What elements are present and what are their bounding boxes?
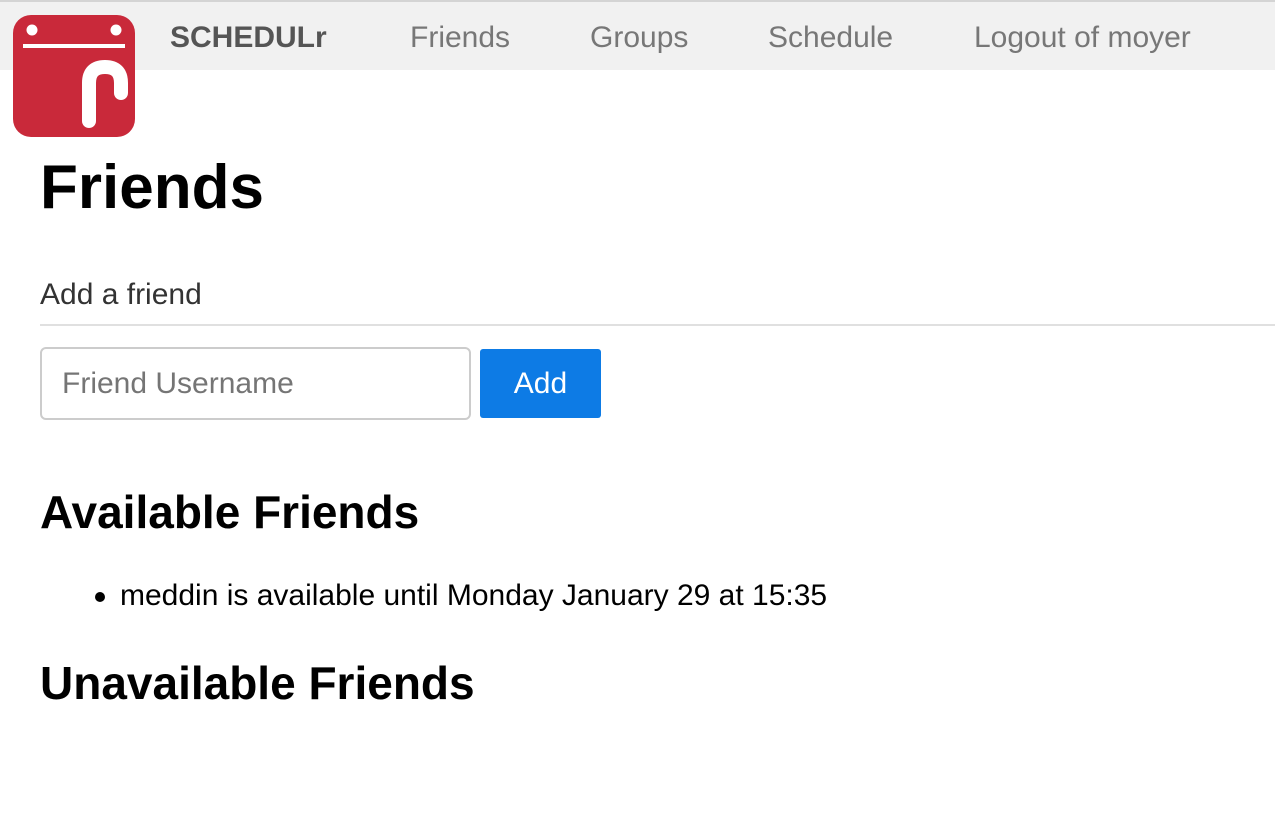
friend-availability-text: meddin is available until Monday January… — [120, 579, 828, 612]
available-friends-heading: Available Friends — [40, 486, 420, 538]
calendar-r-logo-icon[interactable] — [13, 15, 135, 137]
nav-link-groups[interactable]: Groups — [590, 20, 688, 56]
nav-link-friends[interactable]: Friends — [410, 20, 510, 56]
unavailable-friends-heading: Unavailable Friends — [40, 657, 475, 709]
add-friend-label: Add a friend — [40, 278, 202, 311]
brand-link[interactable]: SCHEDULr — [170, 20, 327, 56]
page-title: Friends — [40, 153, 264, 222]
divider — [40, 324, 1275, 326]
friend-username-input[interactable] — [40, 347, 471, 420]
bullet-icon — [95, 592, 105, 602]
nav-link-logout[interactable]: Logout of moyer — [974, 20, 1191, 56]
list-item: meddin is available until Monday January… — [40, 576, 827, 616]
available-friends-list: meddin is available until Monday January… — [40, 576, 827, 616]
nav-link-schedule[interactable]: Schedule — [768, 20, 893, 56]
add-friend-button[interactable]: Add — [480, 349, 601, 418]
navbar: SCHEDULr Friends Groups Schedule Logout … — [0, 0, 1275, 70]
